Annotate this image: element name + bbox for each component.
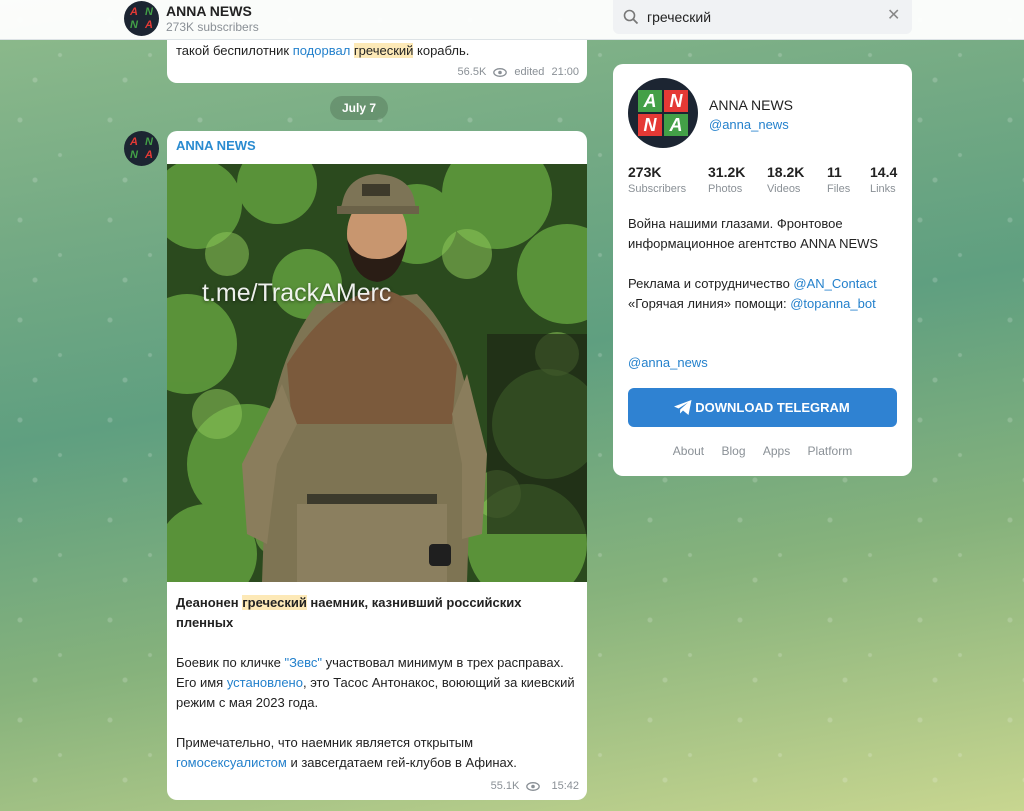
search-highlight: греческий	[242, 595, 307, 610]
message-bubble: ANNA NEWS t.me/TrackAMerc Деанонен грече…	[167, 131, 587, 800]
message-text: Деанонен греческий наемник, казнивший ро…	[176, 593, 576, 793]
message-meta: 55.1K 15:42	[491, 780, 579, 792]
text-fragment: Деанонен	[176, 595, 243, 610]
logo-letter: N	[638, 114, 662, 136]
stat-label: Videos	[767, 183, 801, 195]
message-photo[interactable]: t.me/TrackAMerc	[167, 164, 587, 582]
channel-subscriber-count: 273K subscribers	[166, 20, 259, 34]
stat-value: 18.2K	[767, 164, 805, 180]
description-paragraph: Реклама и сотрудничество @AN_Contact «Го…	[628, 274, 903, 314]
contact-link[interactable]: @AN_Contact	[793, 276, 876, 291]
search-highlight: греческий	[353, 43, 414, 58]
logo-letter: A	[130, 136, 138, 148]
view-count: 56.5K	[457, 66, 487, 78]
logo-letter: A	[638, 90, 662, 112]
text-fragment: такой беспилотник	[176, 43, 293, 58]
message-meta: 56.5K edited 21:00	[458, 66, 579, 78]
logo-letter: N	[145, 6, 153, 18]
channel-description: Война нашими глазами. Фронтовое информац…	[628, 214, 903, 334]
card-footer-links: About Blog Apps Platform	[613, 444, 912, 458]
channel-handle[interactable]: @anna_news	[709, 117, 789, 132]
stat-label: Files	[827, 183, 851, 195]
message-text: такой беспилотник подорвал греческий кор…	[176, 43, 469, 58]
stat-label: Photos	[708, 183, 743, 195]
text-fragment: Примечательно, что наемник является откр…	[176, 735, 474, 750]
eye-icon	[526, 781, 541, 791]
description-paragraph: Война нашими глазами. Фронтовое информац…	[628, 216, 879, 251]
channel-name: ANNA NEWS	[709, 97, 794, 113]
stat-links[interactable]: 14.4 Links	[870, 164, 897, 195]
text-fragment: и завсегдатаем гей-клубов в Афинах.	[286, 755, 517, 770]
message-link[interactable]: "Зевс"	[284, 655, 322, 670]
message-paragraph: Боевик по кличке "Зевс" участвовал миним…	[176, 653, 576, 713]
stat-files[interactable]: 11 Files	[827, 164, 850, 195]
search-box: ✕	[613, 0, 912, 34]
logo-letter: N	[664, 90, 688, 112]
top-header: A N N A ANNA NEWS 273K subscribers ✕	[0, 0, 1024, 40]
logo-letter: N	[145, 136, 153, 148]
channel-avatar[interactable]: A N N A	[124, 131, 159, 166]
stat-label: Subscribers	[628, 183, 687, 195]
stat-photos[interactable]: 31.2K Photos	[708, 164, 745, 195]
message-link[interactable]: установлено	[227, 675, 303, 690]
logo-letter: N	[130, 149, 138, 161]
logo-letter: A	[664, 114, 688, 136]
stat-subscribers[interactable]: 273K Subscribers	[628, 164, 686, 195]
channel-title[interactable]: ANNA NEWS	[166, 3, 252, 19]
close-icon[interactable]: ✕	[887, 8, 900, 24]
footer-link-platform[interactable]: Platform	[808, 444, 853, 458]
text-fragment: «Горячая линия» помощи:	[628, 296, 791, 311]
download-telegram-button[interactable]: DOWNLOAD TELEGRAM	[628, 388, 897, 427]
search-input[interactable]	[647, 6, 877, 28]
stat-videos[interactable]: 18.2K Videos	[767, 164, 804, 195]
stat-value: 11	[827, 164, 842, 180]
photo-watermark: t.me/TrackAMerc	[202, 279, 392, 307]
channel-link[interactable]: @anna_news	[628, 355, 708, 370]
message-paragraph: Примечательно, что наемник является откр…	[176, 733, 576, 773]
download-label: DOWNLOAD TELEGRAM	[695, 400, 850, 415]
bot-link[interactable]: @topanna_bot	[790, 296, 876, 311]
text-fragment: Реклама и сотрудничество	[628, 276, 794, 291]
text-fragment: Боевик по кличке	[176, 655, 285, 670]
view-count: 55.1K	[490, 780, 520, 792]
eye-icon	[493, 67, 508, 77]
previous-message: такой беспилотник подорвал греческий кор…	[167, 40, 587, 83]
message-link[interactable]: гомосексуалистом	[176, 755, 287, 770]
search-icon	[623, 9, 639, 25]
text-fragment: корабль.	[413, 43, 470, 58]
edited-label: edited	[514, 66, 545, 78]
logo-letter: A	[145, 19, 153, 31]
footer-link-apps[interactable]: Apps	[763, 444, 790, 458]
message-headline: Деанонен греческий наемник, казнивший ро…	[176, 593, 576, 633]
stat-label: Links	[870, 183, 896, 195]
message-time: 21:00	[551, 66, 579, 78]
logo-letter: A	[145, 149, 153, 161]
stat-value: 273K	[628, 164, 662, 180]
telegram-plane-icon	[674, 400, 692, 415]
footer-link-blog[interactable]: Blog	[721, 444, 745, 458]
message-link[interactable]: подорвал	[293, 43, 351, 58]
channel-info-card: A N N A ANNA NEWS @anna_news 273K Subscr…	[613, 64, 912, 476]
logo-letter: N	[130, 19, 138, 31]
footer-link-about[interactable]: About	[673, 444, 704, 458]
channel-stats: 273K Subscribers 31.2K Photos 18.2K Vide…	[628, 164, 912, 204]
photo-illustration	[167, 164, 587, 582]
logo-letter: A	[130, 6, 138, 18]
stat-value: 14.4	[870, 164, 898, 180]
message-time: 15:42	[551, 780, 579, 792]
channel-avatar-large: A N N A	[628, 78, 698, 148]
message-author[interactable]: ANNA NEWS	[176, 138, 256, 153]
date-separator: July 7	[330, 96, 388, 120]
stat-value: 31.2K	[708, 164, 746, 180]
channel-avatar[interactable]: A N N A	[124, 1, 159, 36]
